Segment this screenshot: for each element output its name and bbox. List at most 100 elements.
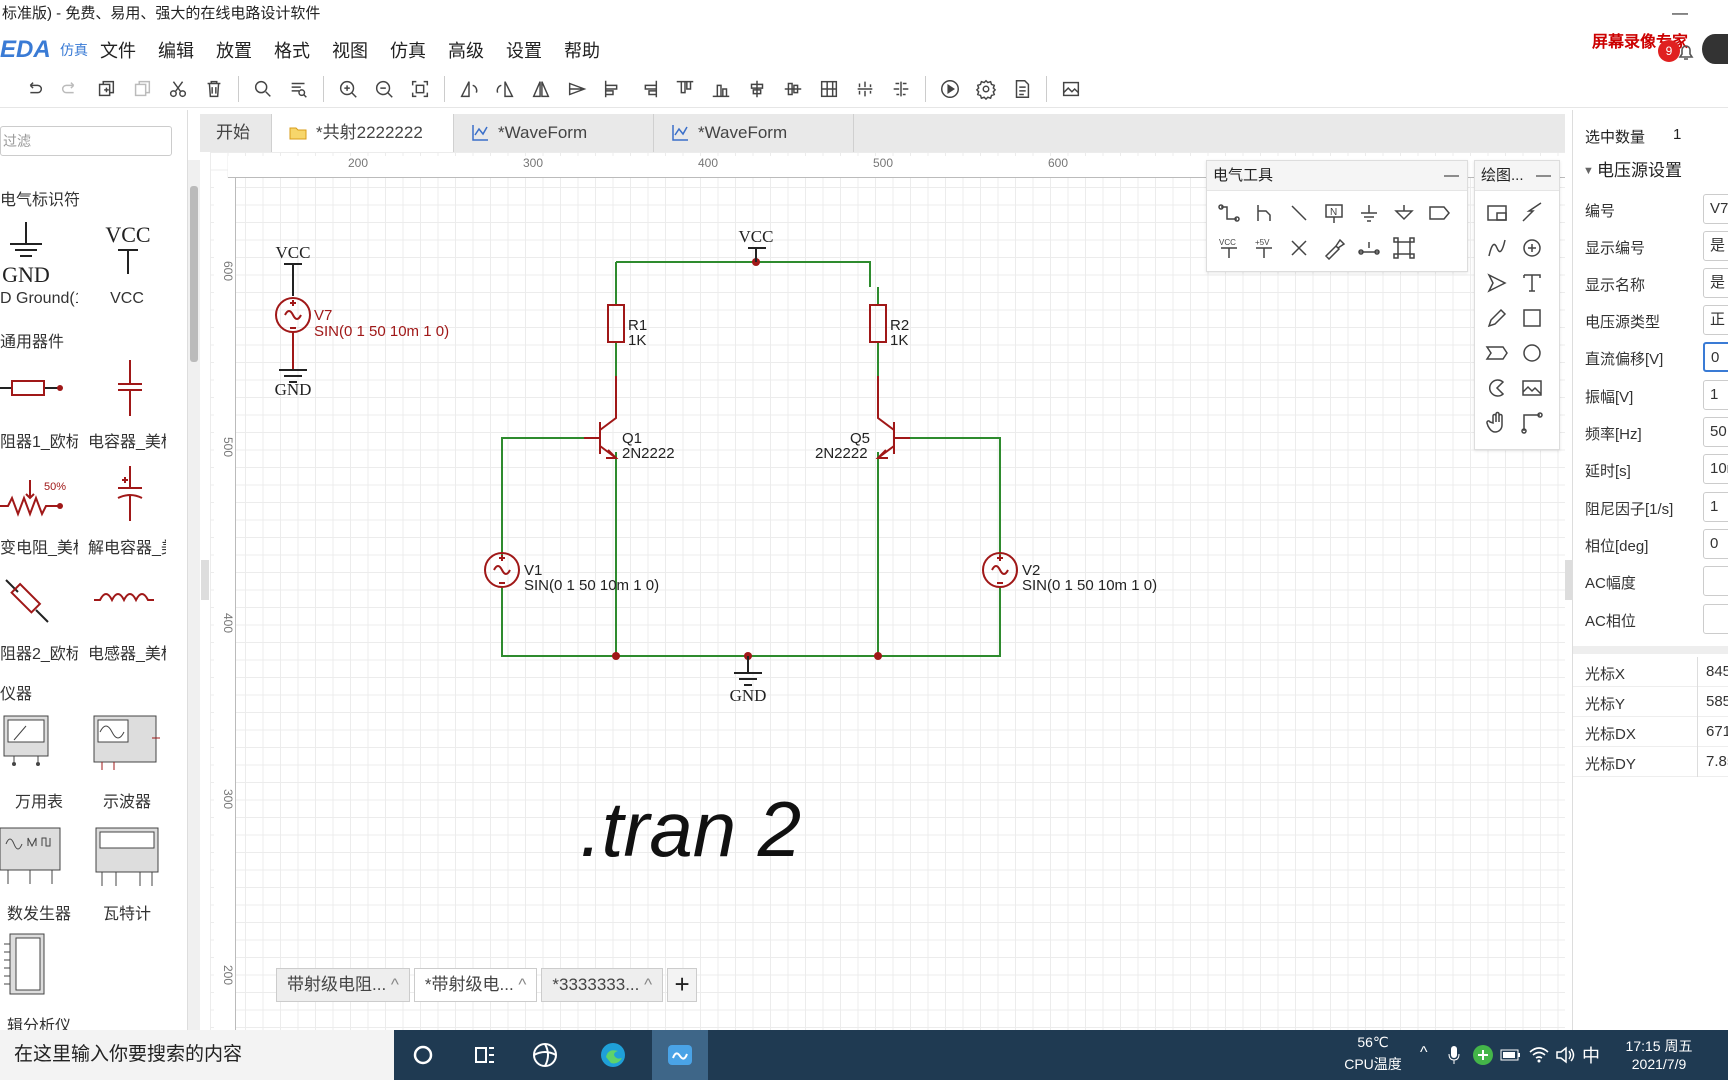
section-voltage-source[interactable]: ▼ 电压源设置 xyxy=(1573,156,1728,186)
info-value: 7.85 xyxy=(1697,747,1728,777)
cursor-dy: 光标DY 7.85 xyxy=(1573,747,1728,777)
sheet-tab-label: 带射级电阻... xyxy=(287,975,387,994)
panel-divider xyxy=(1573,646,1728,654)
hand-icon[interactable] xyxy=(1479,405,1514,440)
image-frame-icon[interactable] xyxy=(1479,195,1514,230)
gnd-label: GND xyxy=(730,686,767,705)
clock-time[interactable]: 17:15 周五 xyxy=(1614,1036,1704,1056)
chevron-up-icon[interactable]: ^ xyxy=(644,975,652,994)
chevron-up-icon[interactable]: ^ xyxy=(1420,1044,1428,1062)
left-panel-collapse-handle[interactable] xyxy=(201,560,209,600)
cpu-temp: 56℃ xyxy=(1357,1034,1389,1050)
microphone-icon[interactable] xyxy=(1446,1044,1462,1066)
field-value[interactable]: 1 xyxy=(1703,380,1728,410)
sheet-tab[interactable]: 带射级电阻... ^ xyxy=(276,968,410,1002)
resistor-r1: R1 1K xyxy=(607,304,647,349)
field-label: 延时[s] xyxy=(1585,463,1631,480)
schematic-drawing: VCC R1 1K R2 1K Q1 2N2222 Q5 2N2222 V1 S… xyxy=(275,227,1158,873)
vcc-symbol-left: VCC xyxy=(276,243,310,296)
chevron-up-icon[interactable]: ^ xyxy=(391,975,399,994)
subcircuit-icon[interactable] xyxy=(1386,230,1421,265)
chevron-up-icon[interactable]: ^ xyxy=(518,975,526,994)
cortana-icon[interactable] xyxy=(408,1040,438,1070)
vcc-symbol-icon[interactable]: VCC xyxy=(1211,230,1246,265)
drawing-tools-panel: 绘图... — xyxy=(1474,160,1560,450)
field-value[interactable] xyxy=(1703,604,1728,634)
v7-value: SIN(0 1 50 10m 1 0) xyxy=(314,323,449,340)
arc-icon[interactable] xyxy=(1479,370,1514,405)
sheet-tab[interactable]: *3333333... ^ xyxy=(541,968,664,1002)
field-frequency: 频率[Hz] 50 xyxy=(1573,415,1728,451)
circle-plus-icon[interactable] xyxy=(1514,230,1549,265)
net-label-icon[interactable]: N xyxy=(1316,195,1351,230)
v7-name: V7 xyxy=(314,307,332,324)
field-value[interactable]: 正 xyxy=(1703,305,1728,335)
selected-count-value: 1 xyxy=(1673,126,1682,143)
gnd-symbol-left: GND xyxy=(275,369,312,399)
line-icon[interactable] xyxy=(1281,195,1316,230)
edge-browser-icon[interactable] xyxy=(598,1040,628,1070)
zigzag-icon[interactable] xyxy=(1514,195,1549,230)
field-value[interactable]: 是 xyxy=(1703,231,1728,261)
battery-icon[interactable] xyxy=(1500,1046,1522,1064)
wifi-icon[interactable] xyxy=(1528,1044,1550,1066)
field-value[interactable]: 1 xyxy=(1703,492,1728,522)
field-value[interactable] xyxy=(1703,566,1728,596)
net-port-icon[interactable] xyxy=(1421,195,1456,230)
field-value[interactable]: V7 xyxy=(1703,194,1728,224)
arrow-icon[interactable] xyxy=(1479,265,1514,300)
taskbar-search-input[interactable]: 在这里输入你要搜索的内容 xyxy=(0,1030,394,1080)
resistor-r2: R2 1K xyxy=(869,304,909,349)
task-view-icon[interactable] xyxy=(470,1040,500,1070)
bus-icon[interactable] xyxy=(1246,195,1281,230)
field-ac-phase: AC相位 xyxy=(1573,602,1728,638)
pencil-icon[interactable] xyxy=(1479,300,1514,335)
v1-value: SIN(0 1 50 10m 1 0) xyxy=(524,577,659,594)
field-value[interactable]: 是 xyxy=(1703,268,1728,298)
wire-icon[interactable] xyxy=(1211,195,1246,230)
info-label: 光标DX xyxy=(1585,726,1636,743)
gnd-arrow-icon[interactable] xyxy=(1386,195,1421,230)
field-value[interactable]: 10m xyxy=(1703,454,1728,484)
vcc-symbol-top: VCC xyxy=(739,227,773,262)
cpu-temp-label: CPU温度 xyxy=(1344,1056,1402,1072)
tag-icon[interactable] xyxy=(1479,335,1514,370)
ground-icon[interactable] xyxy=(1351,195,1386,230)
spice-directive: .tran 2 xyxy=(580,785,801,873)
app-swirl-icon[interactable] xyxy=(530,1040,560,1070)
property-panel: 选中数量 1 ▼ 电压源设置 编号 V7 显示编号是 显示名称是 电压源类型正 直… xyxy=(1572,110,1728,1030)
panel-title: 绘图... xyxy=(1481,167,1524,184)
sheet-tab-label: *带射级电... xyxy=(424,975,514,994)
field-designator: 编号 V7 xyxy=(1573,192,1728,228)
ime-indicator[interactable]: 中 xyxy=(1582,1042,1600,1068)
section-title: 电压源设置 xyxy=(1597,161,1682,180)
field-value[interactable]: 50 xyxy=(1703,417,1728,447)
circle-icon[interactable] xyxy=(1514,335,1549,370)
info-label: 光标Y xyxy=(1585,696,1626,713)
probe-icon[interactable] xyxy=(1316,230,1351,265)
pin-icon[interactable] xyxy=(1351,230,1386,265)
rectangle-icon[interactable] xyxy=(1514,300,1549,335)
r2-value: 1K xyxy=(890,332,908,349)
plus5v-icon[interactable]: +5V xyxy=(1246,230,1281,265)
selected-count-label: 选中数量 xyxy=(1585,129,1646,146)
add-sheet-button[interactable]: + xyxy=(667,968,698,1002)
field-delay: 延时[s] 10m xyxy=(1573,452,1728,488)
field-show-designator: 显示编号 是 xyxy=(1573,229,1728,265)
clock-date[interactable]: 2021/7/9 xyxy=(1614,1056,1704,1072)
volume-icon[interactable] xyxy=(1554,1044,1576,1066)
field-value[interactable]: 0 xyxy=(1703,529,1728,559)
wechat-icon[interactable] xyxy=(1472,1044,1494,1066)
polyline-icon[interactable] xyxy=(1514,405,1549,440)
gnd-label: GND xyxy=(275,380,312,399)
active-app-tab[interactable] xyxy=(652,1030,708,1080)
picture-icon[interactable] xyxy=(1514,370,1549,405)
sheet-tab[interactable]: *带射级电... ^ xyxy=(413,968,538,1002)
field-value[interactable]: 0 xyxy=(1703,342,1728,372)
no-connect-icon[interactable] xyxy=(1281,230,1316,265)
field-show-name: 显示名称 是 xyxy=(1573,266,1728,302)
bezier-icon[interactable] xyxy=(1479,230,1514,265)
collapse-button[interactable]: — xyxy=(1536,161,1551,191)
text-icon[interactable] xyxy=(1514,265,1549,300)
collapse-button[interactable]: — xyxy=(1444,161,1459,191)
